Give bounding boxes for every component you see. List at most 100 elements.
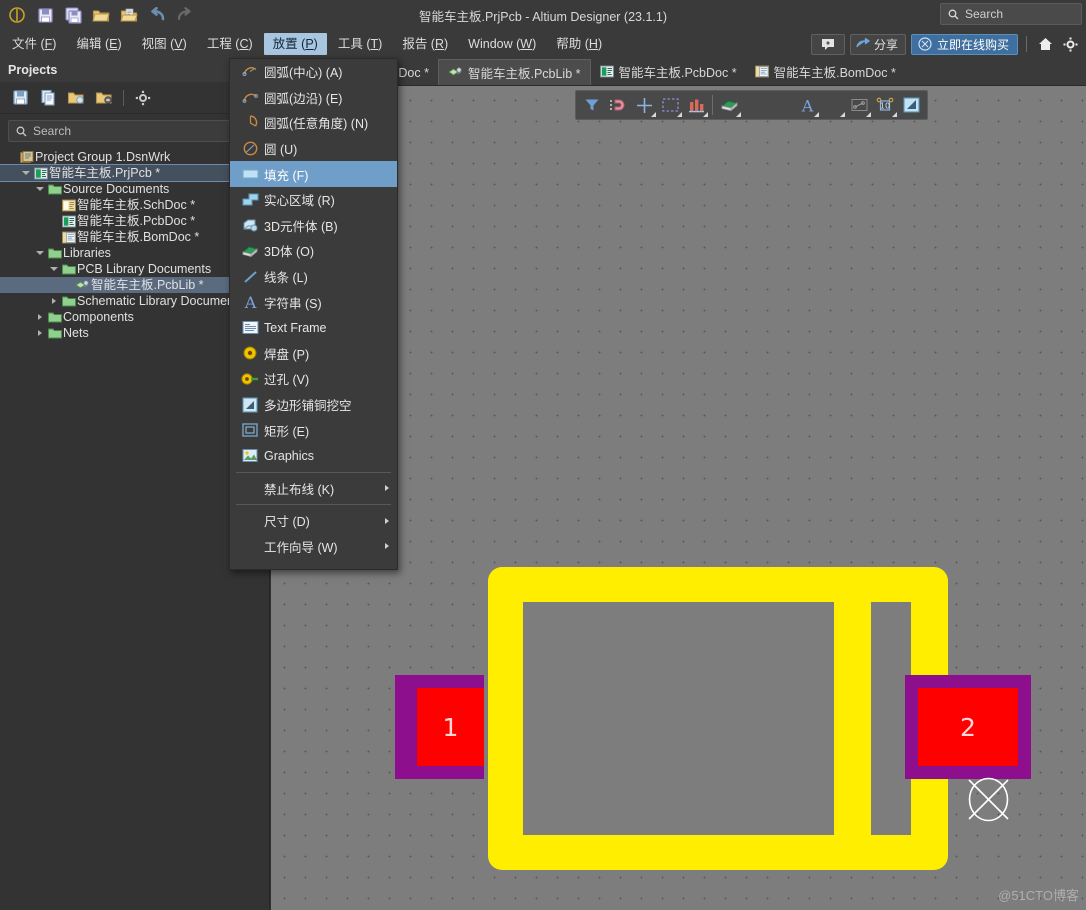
menu-h[interactable]: 帮助 (H) (547, 33, 611, 55)
line-icon[interactable] (820, 92, 846, 118)
graphics-icon (236, 448, 264, 463)
place-menu-item[interactable]: 圆 (U) (230, 136, 397, 162)
menu-p[interactable]: 放置 (P) (263, 33, 327, 55)
circle-icon (236, 140, 264, 157)
save-all-icon[interactable] (60, 2, 86, 28)
projects-search-input[interactable]: Search (8, 120, 261, 142)
place-menu-item[interactable]: 矩形 (E) (230, 417, 397, 443)
tree-item-label: 智能车主板.PrjPcb * (49, 166, 161, 180)
gear-icon[interactable] (1060, 34, 1080, 55)
menu-w[interactable]: Window (W) (459, 33, 545, 55)
menu-bar: 文件 (F) 编辑 (E) 视图 (V) 工程 (C) 放置 (P) 工具 (T) 报告 (… (0, 30, 1086, 58)
quick-access-toolbar (0, 2, 198, 28)
place-menu-item-label: 尺寸 (D) (264, 515, 310, 530)
fill-icon (236, 167, 264, 181)
tree-expander-open-icon[interactable] (20, 171, 32, 175)
menu-label: 帮助 (556, 37, 582, 51)
share-button[interactable]: 分享 (849, 33, 906, 55)
menu-r[interactable]: 报告 (R) (393, 33, 457, 55)
tree-item-label: 智能车主板.PcbDoc * (77, 214, 196, 228)
place-menu-item[interactable]: 圆弧(任意角度) (N) (230, 110, 397, 136)
pcb-project-icon (32, 167, 49, 180)
folder-icon (46, 247, 63, 259)
home-icon[interactable] (1035, 34, 1055, 55)
global-search-box[interactable]: Search (940, 3, 1082, 25)
place-menu-item[interactable]: 圆弧(中心) (A) (230, 59, 397, 85)
place-menu-item[interactable]: Text Frame (230, 315, 397, 341)
open-folder-icon[interactable] (88, 2, 114, 28)
place-menu-item-label: 焊盘 (P) (264, 347, 310, 362)
place-menu-item[interactable]: 工作向导 (W) (230, 534, 397, 560)
panel-open-project-icon[interactable] (64, 86, 88, 110)
menu-e[interactable]: 编辑 (E) (67, 33, 130, 55)
pad-1-mask-under-silk (395, 675, 404, 779)
place-menu-item[interactable]: 线条 (L) (230, 264, 397, 290)
coordinate-icon[interactable]: 10 (872, 92, 898, 118)
place-menu-item[interactable]: 尺寸 (D) (230, 508, 397, 534)
menu-accelerator: (C) (231, 37, 253, 51)
filter-icon[interactable] (579, 92, 605, 118)
menu-f[interactable]: 文件 (F) (3, 33, 65, 55)
dimension-icon[interactable] (846, 92, 872, 118)
tree-expander-open-icon[interactable] (48, 267, 60, 271)
notifications-button[interactable] (810, 33, 845, 55)
place-menu-item[interactable]: 过孔 (V) (230, 366, 397, 392)
tree-expander-open-icon[interactable] (34, 187, 46, 191)
tree-item-label: 智能车主板.SchDoc * (77, 198, 196, 212)
place-menu-item[interactable]: Graphics (230, 443, 397, 469)
document-tab[interactable]: 智能车主板.PcbDoc * (591, 59, 746, 85)
tree-expander-closed-icon[interactable] (34, 314, 46, 320)
panel-settings-icon[interactable] (131, 86, 155, 110)
line-icon (236, 269, 264, 285)
document-tab-label: 智能车主板.PcbLib * (467, 66, 581, 81)
place-menu-item[interactable]: 实心区域 (R) (230, 187, 397, 213)
place-menu-item[interactable]: 圆弧(边沿) (E) (230, 85, 397, 111)
align-icon[interactable] (683, 92, 709, 118)
panel-close-project-icon[interactable] (92, 86, 116, 110)
buy-online-button[interactable]: 立即在线购买 (910, 33, 1018, 55)
menu-accelerator: (H) (581, 37, 603, 51)
projects-panel-title: Projects (8, 63, 58, 77)
arc-edge-icon (236, 89, 264, 106)
undo-icon[interactable] (144, 2, 170, 28)
place-menu-item-label: 圆弧(边沿) (E) (264, 91, 343, 106)
menu-c[interactable]: 工程 (C) (198, 33, 262, 55)
select-area-icon[interactable] (657, 92, 683, 118)
panel-save-icon[interactable] (8, 86, 32, 110)
via-icon (236, 371, 264, 387)
place-menu-item[interactable]: 填充 (F) (230, 161, 397, 187)
menu-v[interactable]: 视图 (V) (133, 33, 196, 55)
arc-center-icon (236, 63, 264, 80)
panel-copy-icon[interactable] (36, 86, 60, 110)
pad-icon[interactable] (742, 92, 768, 118)
submenu-arrow-icon (385, 485, 389, 492)
via-icon[interactable] (768, 92, 794, 118)
polygon-pour-icon[interactable] (898, 92, 924, 118)
place-menu-item[interactable]: 多边形铺铜挖空 (230, 392, 397, 418)
place-menu-item[interactable]: 3D元件体 (B) (230, 213, 397, 239)
place-menu-item-label: 矩形 (E) (264, 424, 310, 439)
menu-accelerator: (R) (427, 37, 449, 51)
open-document-icon[interactable] (116, 2, 142, 28)
magnet-snap-icon[interactable] (605, 92, 631, 118)
global-search-placeholder: Search (965, 7, 1004, 21)
menu-label: 工具 (337, 37, 363, 51)
place-menu-item-label: 填充 (F) (264, 168, 309, 183)
menu-t[interactable]: 工具 (T) (329, 33, 391, 55)
tree-expander-closed-icon[interactable] (48, 298, 60, 304)
place-menu-item[interactable]: 3D体 (O) (230, 238, 397, 264)
crosshair-place-icon[interactable] (631, 92, 657, 118)
tree-expander-closed-icon[interactable] (34, 330, 46, 336)
tree-expander-open-icon[interactable] (34, 251, 46, 255)
component-body-icon[interactable] (716, 92, 742, 118)
place-menu-item-label: 字符串 (S) (264, 296, 322, 311)
place-menu-item[interactable]: 禁止布线 (K) (230, 476, 397, 502)
save-icon[interactable] (32, 2, 58, 28)
place-menu-item[interactable]: 焊盘 (P) (230, 341, 397, 367)
place-menu-item[interactable]: A 字符串 (S) (230, 289, 397, 315)
tree-item-label: Libraries (63, 246, 111, 260)
document-tab[interactable]: 智能车主板.BomDoc * (746, 59, 905, 85)
text-string-icon[interactable]: A (794, 92, 820, 118)
document-tab[interactable]: 智能车主板.PcbLib * (437, 58, 591, 85)
folder-icon (60, 295, 77, 307)
